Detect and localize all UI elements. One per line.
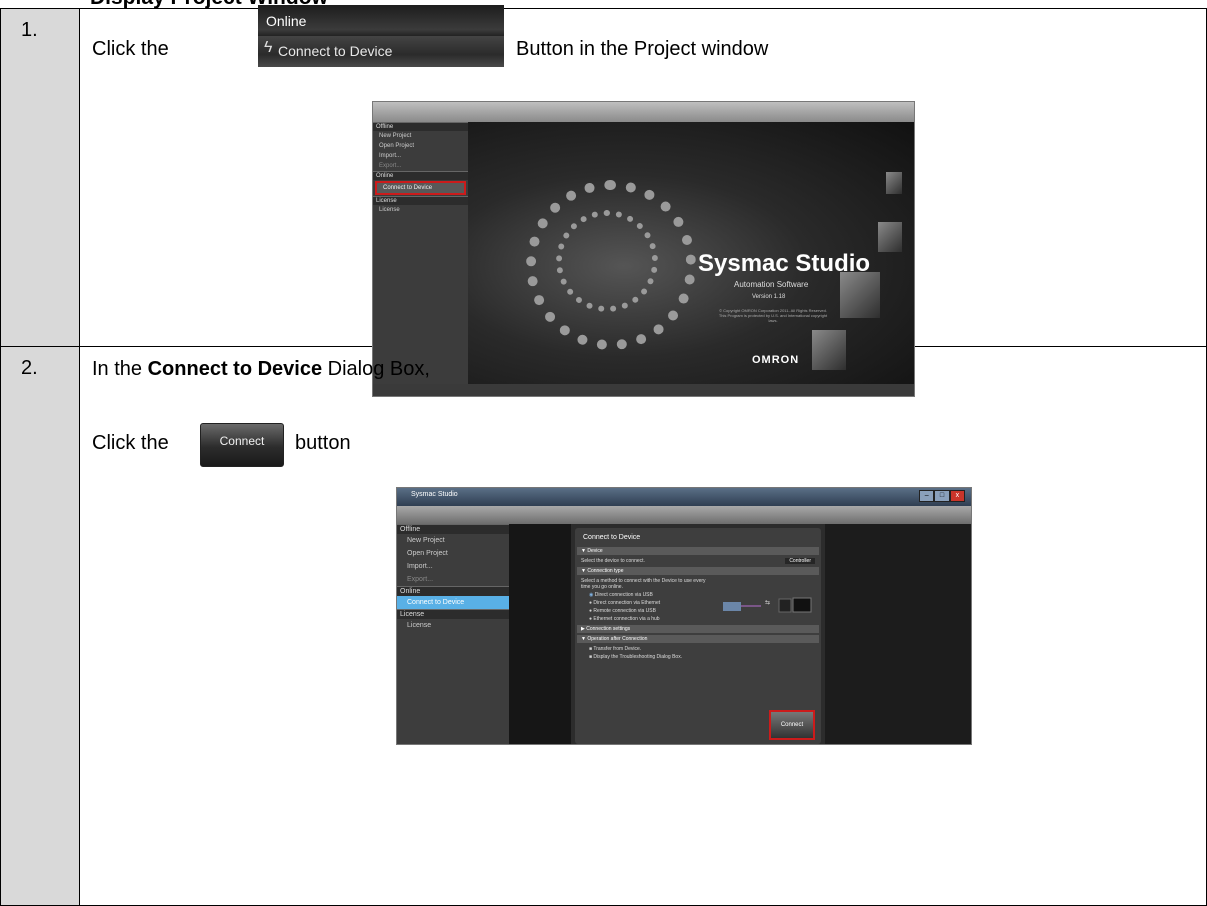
sidebar-item-license[interactable]: License (397, 619, 509, 632)
sidebar-item-import[interactable]: Import... (373, 151, 468, 161)
connection-type-header[interactable]: ▼ Connection type (577, 567, 819, 575)
maximize-icon[interactable]: □ (934, 490, 950, 502)
copyright-text: © Copyright OMRON Corporation 2011- All … (718, 308, 828, 323)
step-number: 1. (21, 19, 38, 41)
sidebar-item-connect-to-device[interactable]: Connect to Device (375, 181, 466, 195)
operation-after-connection-header[interactable]: ▼ Operation after Connection (577, 635, 819, 643)
sidebar-item-connect-to-device[interactable]: Connect to Device (397, 596, 509, 609)
sidebar-item-license[interactable]: License (373, 205, 468, 215)
connection-diagram-icon: ⇆ (723, 597, 812, 613)
cube-graphic (878, 222, 902, 252)
step-instruction-end: Button in the Project window (516, 38, 769, 60)
step-instruction-line2-end: button (295, 432, 351, 454)
project-sidebar: Offline New Project Open Project Import.… (373, 122, 468, 384)
close-icon[interactable]: x (949, 490, 965, 502)
device-prompt: Select the device to connect. (581, 558, 645, 564)
sidebar-item-new-project[interactable]: New Project (373, 131, 468, 141)
step-instruction: Click the (92, 38, 169, 60)
sidebar-item-open-project[interactable]: Open Project (397, 547, 509, 560)
step-number: 2. (21, 357, 38, 379)
connect-to-device-label: Connect to Device (278, 43, 393, 59)
step-instruction-line2: Click the (92, 432, 169, 454)
empty-pane-right (825, 524, 971, 744)
project-sidebar: Offline New Project Open Project Import.… (397, 524, 509, 744)
sidebar-header-online: Online (373, 171, 468, 180)
sidebar-item-open-project[interactable]: Open Project (373, 141, 468, 151)
menu-bar (397, 506, 971, 524)
step-content: Click the Online ϟ Connect to Device But… (79, 5, 1207, 397)
splash-graphic: Sysmac Studio Automation Software Versio… (468, 122, 914, 384)
step-content: In the Connect to Device Dialog Box, Cli… (79, 346, 1207, 906)
radio-ethernet-hub[interactable]: Ethernet connection via a hub (575, 615, 821, 623)
dialog-title: Connect to Device (583, 534, 641, 541)
menu-bar (373, 102, 914, 122)
cube-graphic (886, 172, 902, 194)
checkbox-troubleshooting[interactable]: Display the Troubleshooting Dialog Box. (575, 653, 821, 661)
connection-settings-header[interactable]: ▶ Connection settings (577, 625, 819, 633)
connect-to-device-button-image: Online ϟ Connect to Device (258, 5, 504, 67)
minimize-icon[interactable]: – (919, 490, 935, 502)
connect-dialog-screenshot: Sysmac Studio – □ x Offline New Project … (396, 487, 972, 745)
connect-to-device-dialog: Connect to Device ▼ Device Select the de… (575, 528, 821, 744)
window-title-bar: Sysmac Studio – □ x (397, 488, 971, 506)
steps-table: 1. Click the Online ϟ Connect to Device … (0, 5, 1207, 906)
device-row: Select the device to connect. Controller (575, 557, 821, 565)
dialog-name: Connect to Device (147, 358, 323, 380)
ring-graphic-inner (556, 210, 658, 312)
step-number-cell: 1. (0, 8, 80, 347)
cube-graphic (840, 272, 880, 318)
sidebar-item-import[interactable]: Import... (397, 560, 509, 573)
sidebar-item-new-project[interactable]: New Project (397, 534, 509, 547)
product-version: Version 1.18 (752, 294, 786, 300)
lightning-icon: ϟ (264, 39, 273, 56)
checkbox-transfer-from-device[interactable]: Transfer from Device. (575, 645, 821, 653)
device-select[interactable]: Controller (785, 558, 815, 564)
connect-button[interactable]: Connect (769, 710, 815, 740)
window-controls: – □ x (919, 490, 965, 502)
device-section-header[interactable]: ▼ Device (577, 547, 819, 555)
step-instruction: In the Connect to Device Dialog Box, (92, 358, 430, 380)
product-subtitle: Automation Software (734, 280, 809, 289)
product-name: Sysmac Studio (698, 250, 871, 277)
connection-type-description: Select a method to connect with the Devi… (581, 578, 706, 590)
sidebar-header-license: License (373, 196, 468, 205)
svg-text:⇆: ⇆ (765, 599, 770, 606)
sidebar-header-offline: Offline (373, 122, 468, 131)
sidebar-item-export: Export... (379, 163, 402, 169)
sidebar-item-export: Export... (407, 576, 434, 583)
step-number-cell: 2. (0, 346, 80, 906)
sidebar-header-license: License (397, 609, 509, 619)
online-group-label: Online (266, 13, 307, 29)
sidebar-header-offline: Offline (397, 524, 509, 534)
connect-button-image: Connect (200, 423, 284, 467)
window-title: Sysmac Studio (411, 491, 458, 498)
sidebar-header-online: Online (397, 586, 509, 596)
empty-pane (509, 524, 571, 744)
